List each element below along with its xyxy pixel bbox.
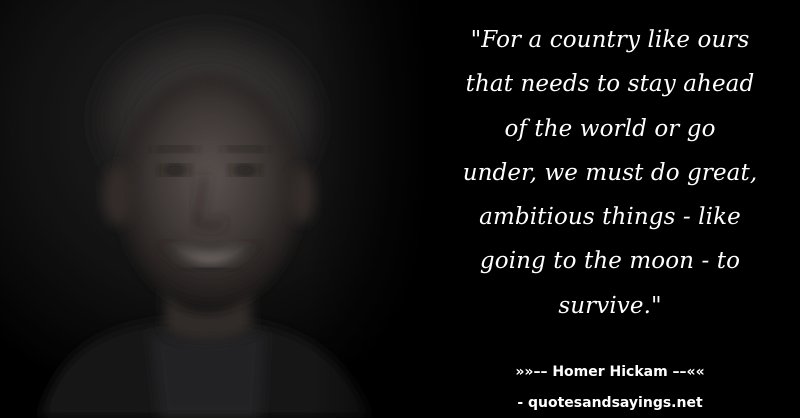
source-credit: - quotesandsayings.net — [517, 395, 703, 411]
quote-card: "For a country like ours that needs to s… — [0, 0, 800, 418]
quote-line: "For a country like ours — [470, 27, 750, 53]
quote-line: ambitious things - like — [479, 204, 741, 231]
quote-line: survive." — [558, 292, 662, 319]
quote-line: of the world or go — [504, 115, 716, 142]
quote-text: "For a country like ours that needs to s… — [420, 18, 800, 328]
quote-line: going to the moon - to — [479, 248, 741, 275]
author-attribution: »»–– Homer Hickam ––«« — [515, 364, 705, 380]
quote-panel: "For a country like ours that needs to s… — [420, 18, 800, 328]
author-portrait-photo — [0, 0, 440, 418]
quote-line: that needs to stay ahead — [465, 71, 755, 98]
quote-line: under, we must do great, — [462, 159, 758, 186]
